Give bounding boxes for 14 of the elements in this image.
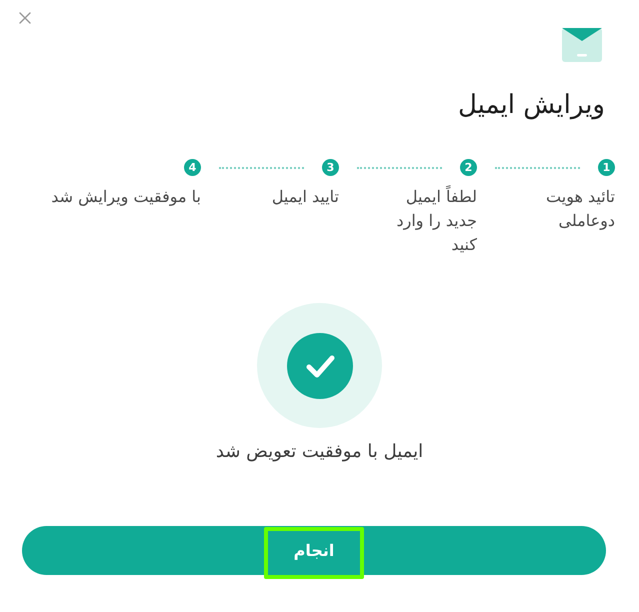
- done-button[interactable]: انجام: [22, 526, 606, 575]
- check-icon: [286, 332, 352, 398]
- step-label: با موفقیت ویرایش شد: [51, 186, 201, 208]
- step-number: 3: [322, 159, 339, 176]
- step-label: تائید هویت دوعاملی: [545, 186, 615, 232]
- dialog-title: ویرایش ایمیل: [456, 89, 605, 122]
- step-label: تایید ایمیل: [272, 186, 339, 208]
- step-number: 4: [184, 159, 201, 176]
- envelope-icon: [562, 28, 602, 62]
- step-label: لطفاً ایمیل جدید را وارد کنید: [395, 185, 477, 256]
- close-icon[interactable]: [19, 12, 31, 24]
- success-message: ایمیل با موفقیت تعویض شد: [216, 440, 424, 464]
- step-number: 1: [598, 159, 615, 176]
- step-number: 2: [460, 159, 477, 176]
